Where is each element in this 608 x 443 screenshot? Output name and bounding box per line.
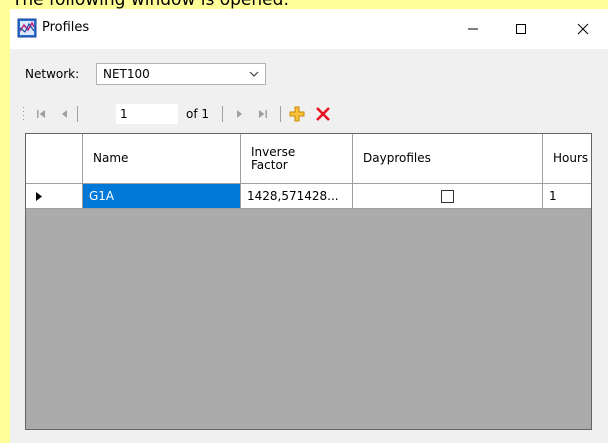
chevron-down-icon [249, 71, 259, 77]
profiles-grid[interactable]: Name Inverse Factor Dayprofiles Hours G1… [25, 133, 592, 430]
binding-navigator: of 1 [22, 102, 422, 126]
toolbar-separator [280, 106, 281, 122]
position-input[interactable] [116, 104, 178, 124]
grid-header-row: Name Inverse Factor Dayprofiles Hours [26, 134, 591, 184]
title-bar[interactable]: Profiles [10, 9, 608, 49]
inverse-factor-cell[interactable]: 1428,571428... [241, 184, 353, 209]
count-label: of 1 [186, 107, 210, 121]
toolbar-separator [77, 106, 78, 122]
name-value: G1A [89, 189, 115, 203]
move-first-icon [37, 110, 45, 118]
delete-icon [316, 107, 330, 121]
profiles-window: Profiles Network: NET100 1 of 1 Name Inv… [10, 9, 608, 443]
dayprofiles-cell[interactable] [353, 184, 543, 209]
move-last-icon [259, 110, 267, 118]
column-header-name[interactable]: Name [83, 134, 241, 184]
toolbar-separator [222, 106, 223, 122]
column-header-label: Hours [553, 151, 589, 165]
column-header-label: Name [93, 151, 129, 165]
dayprofiles-checkbox[interactable] [441, 189, 454, 203]
column-header-label: Inverse Factor [251, 144, 296, 172]
hours-cell[interactable]: 1 [543, 184, 591, 209]
network-selected-value: NET100 [103, 67, 150, 81]
network-label: Network: [25, 67, 80, 81]
profiles-app-icon [17, 18, 37, 38]
column-header-label: Dayprofiles [363, 151, 431, 165]
hours-value: 1 [549, 189, 557, 203]
move-next-icon [237, 110, 242, 118]
maximize-icon [516, 24, 526, 34]
close-button[interactable] [560, 9, 606, 49]
column-header-dayprofiles[interactable]: Dayprofiles [353, 134, 543, 184]
move-first-button[interactable] [32, 104, 50, 124]
close-icon [577, 23, 589, 35]
toolbar-grip-icon[interactable] [22, 106, 25, 122]
table-row[interactable]: G1A 1428,571428... 1 [26, 184, 591, 209]
column-header-hours[interactable]: Hours [543, 134, 591, 184]
minimize-button[interactable] [450, 9, 496, 49]
name-cell[interactable]: G1A [83, 184, 241, 209]
move-previous-button[interactable] [56, 104, 74, 124]
row-header-corner[interactable] [26, 134, 83, 184]
minimize-icon [468, 28, 478, 30]
delete-button[interactable] [314, 104, 332, 124]
move-previous-icon [62, 110, 67, 118]
add-new-button[interactable] [288, 104, 306, 124]
column-header-inverse-factor[interactable]: Inverse Factor [241, 134, 353, 184]
inverse-factor-value: 1428,571428... [247, 189, 339, 203]
caption-text: The following window is opened: [12, 0, 290, 10]
network-dropdown[interactable]: NET100 [96, 63, 266, 85]
current-row-arrow-icon [36, 191, 42, 201]
add-icon [289, 106, 305, 122]
row-header[interactable] [26, 184, 83, 209]
window-title: Profiles [42, 20, 90, 35]
move-next-button[interactable] [230, 104, 248, 124]
move-last-button[interactable] [254, 104, 272, 124]
maximize-button[interactable] [498, 9, 544, 49]
